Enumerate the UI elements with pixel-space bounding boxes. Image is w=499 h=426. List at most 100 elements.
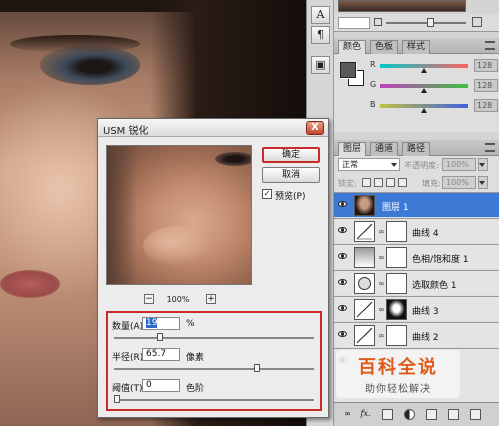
link-icon[interactable]: ∞ [342, 409, 353, 420]
lock-row: 锁定: 填充: 100% [334, 176, 499, 190]
zoom-out-button[interactable]: − [144, 294, 154, 304]
watermark-subtitle: 助你轻松解决 [365, 384, 431, 395]
link-chain-icon: ∞ [378, 331, 385, 340]
hue-saturation-icon [354, 247, 375, 268]
preview-image[interactable] [106, 145, 252, 285]
red-channel-handle[interactable] [421, 68, 427, 73]
mask-icon[interactable] [382, 409, 393, 420]
layer-mask-thumbnail [386, 299, 407, 320]
red-channel-value[interactable]: 128 [474, 59, 498, 72]
layer-row-2[interactable]: ∞ 曲线 4 [334, 218, 499, 243]
tab-paths[interactable]: 路径 [402, 142, 431, 156]
zoom-in-icon[interactable] [472, 17, 482, 27]
green-channel-handle[interactable] [421, 88, 427, 93]
layer-row-5[interactable]: ∞ 曲线 3 [334, 296, 499, 321]
layer-name: 图层 1 [382, 203, 409, 213]
opacity-input[interactable]: 100% [442, 158, 476, 171]
radius-slider-handle[interactable] [253, 364, 260, 372]
type-tool-icon[interactable]: A [311, 6, 330, 24]
visibility-eye-icon[interactable] [338, 227, 347, 233]
sharpen-parameters: 数量(A): 19 % 半径(R): 65.7 像素 阈值(T): 0 色阶 [106, 311, 322, 411]
fx-icon[interactable]: fx. [360, 409, 371, 420]
close-button[interactable]: X [306, 121, 324, 135]
layer-mask-thumbnail [386, 221, 407, 242]
preview-eye [215, 152, 251, 166]
green-channel-value[interactable]: 128 [474, 79, 498, 92]
trash-icon[interactable] [470, 409, 481, 420]
layer-name: 曲线 4 [412, 229, 439, 239]
opacity-dropdown[interactable] [478, 158, 488, 171]
preview-checkbox[interactable]: ✓ [262, 189, 272, 199]
tab-styles[interactable]: 样式 [402, 40, 431, 54]
fill-dropdown[interactable] [478, 176, 488, 189]
blue-channel-label: B [370, 100, 376, 109]
amount-slider-track[interactable] [114, 337, 314, 339]
visibility-eye-icon[interactable] [338, 201, 347, 207]
layer-row-3[interactable]: ∞ 色相/饱和度 1 [334, 244, 499, 269]
visibility-eye-icon[interactable] [338, 331, 347, 337]
preview-checkbox-label: 预览(P) [275, 192, 306, 202]
tab-layers[interactable]: 图层 [338, 142, 367, 156]
zoom-in-button[interactable]: + [206, 294, 216, 304]
curves-adjustment-icon [354, 325, 375, 346]
lock-image-icon[interactable] [374, 178, 383, 187]
layers-menu-icon[interactable] [485, 143, 495, 152]
color-panel: R 128 G 128 B 128 [334, 54, 499, 132]
blue-channel-value[interactable]: 128 [474, 99, 498, 112]
radius-unit: 像素 [186, 353, 205, 363]
blue-channel-handle[interactable] [421, 108, 427, 113]
zoom-out-icon[interactable] [374, 18, 382, 26]
blend-mode-select[interactable]: 正常 [338, 158, 400, 171]
tab-swatches[interactable]: 色板 [370, 40, 399, 54]
lock-position-icon[interactable] [386, 178, 395, 187]
layer-mask-thumbnail [386, 273, 407, 294]
link-chain-icon: ∞ [378, 279, 385, 288]
panel-menu-icon[interactable] [485, 41, 495, 50]
adjustment-icon[interactable] [404, 409, 415, 420]
dialog-titlebar[interactable]: USM 锐化 X [98, 119, 328, 137]
amount-slider-handle[interactable] [156, 333, 163, 341]
red-channel-label: R [370, 60, 376, 69]
link-chain-icon: ∞ [378, 305, 385, 314]
tab-color[interactable]: 颜色 [338, 40, 367, 54]
navigator-zoom-input[interactable] [338, 17, 370, 29]
layer-name: 曲线 2 [412, 333, 439, 343]
curves-adjustment-icon [354, 221, 375, 242]
lock-label: 锁定: [338, 179, 357, 188]
radius-input[interactable]: 65.7 [142, 348, 180, 361]
visibility-eye-icon[interactable] [338, 305, 347, 311]
layer-row-6[interactable]: ∞ 曲线 2 [334, 322, 499, 347]
layer-name: 色相/饱和度 1 [412, 255, 469, 265]
tab-channels[interactable]: 通道 [370, 142, 399, 156]
foreground-color-swatch[interactable] [340, 62, 356, 78]
portrait-thumbnail [354, 195, 375, 216]
threshold-slider-handle[interactable] [114, 395, 120, 403]
threshold-input[interactable]: 0 [142, 379, 180, 392]
layer-comp-icon[interactable]: ▣ [311, 56, 330, 74]
navigator-thumbnail[interactable] [338, 0, 466, 12]
radius-slider-track[interactable] [114, 368, 314, 370]
lock-all-icon[interactable] [398, 178, 407, 187]
folder-icon[interactable] [426, 409, 437, 420]
cancel-button[interactable]: 取消 [262, 167, 320, 183]
amount-input[interactable]: 19 [142, 317, 180, 330]
green-channel-row: G 128 [370, 78, 498, 94]
visibility-eye-icon[interactable] [338, 279, 347, 285]
layer-name: 曲线 3 [412, 307, 439, 317]
layer-mask-thumbnail [386, 325, 407, 346]
paragraph-icon[interactable]: ¶ [311, 26, 330, 44]
visibility-eye-icon[interactable] [338, 253, 347, 259]
fill-input[interactable]: 100% [442, 176, 476, 189]
lock-transparent-icon[interactable] [362, 178, 371, 187]
threshold-unit: 色阶 [186, 384, 205, 394]
link-chain-icon: ∞ [378, 253, 385, 262]
navigator-zoom-slider[interactable] [426, 18, 434, 27]
threshold-slider-track[interactable] [114, 399, 314, 401]
blue-channel-row: B 128 [370, 98, 498, 114]
new-layer-icon[interactable] [448, 409, 459, 420]
eyelid [10, 35, 140, 53]
layer-row-1[interactable]: 图层 1 [334, 192, 499, 217]
preview-nose [143, 226, 213, 266]
ok-button[interactable]: 确定 [262, 147, 320, 163]
layer-row-4[interactable]: ∞ 选取颜色 1 [334, 270, 499, 295]
